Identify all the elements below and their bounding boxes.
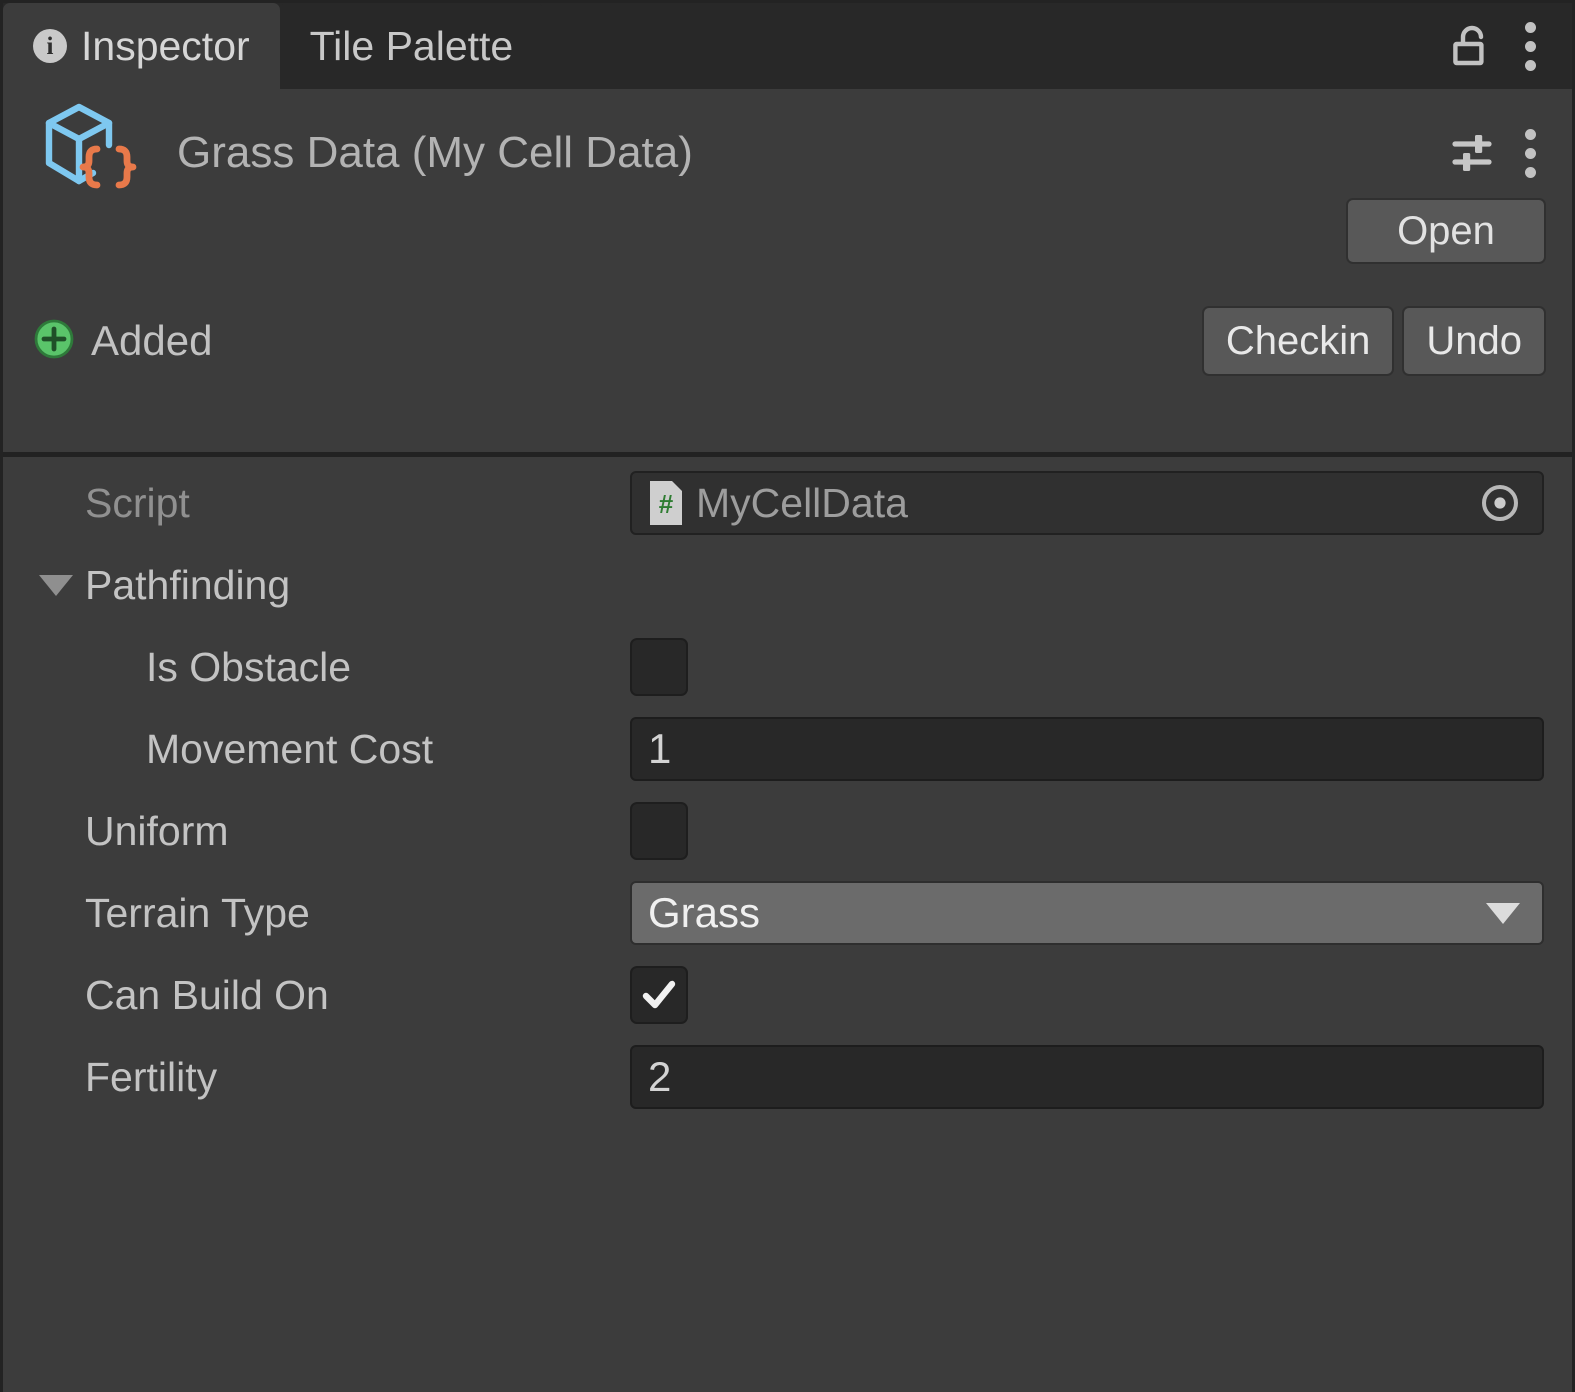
property-row-fertility: Fertility 2 [3, 1036, 1572, 1118]
property-row-is-obstacle: Is Obstacle [3, 626, 1572, 708]
csharp-script-icon: # [646, 479, 686, 527]
unlocked-padlock-icon[interactable] [1451, 21, 1495, 71]
version-control-actions: Checkin Undo [1201, 306, 1572, 376]
uniform-field-area [630, 802, 1544, 860]
triangle-down-icon[interactable] [39, 574, 73, 596]
inspector-panel: i Inspector Tile Palette Grass Data (My … [0, 0, 1575, 1392]
tab-bar: i Inspector Tile Palette [3, 3, 1572, 89]
uniform-checkbox[interactable] [630, 802, 688, 860]
property-row-uniform: Uniform [3, 790, 1572, 872]
pathfinding-label: Pathfinding [85, 561, 291, 608]
tab-tile-palette[interactable]: Tile Palette [279, 3, 544, 89]
can-build-on-checkbox[interactable] [630, 966, 688, 1024]
terrain-type-dropdown[interactable]: Grass [630, 881, 1544, 945]
script-object-field[interactable]: # MyCellData [630, 471, 1544, 535]
preset-sliders-icon[interactable] [1451, 130, 1497, 176]
object-header-actions [1451, 128, 1572, 178]
script-value: MyCellData [696, 479, 908, 526]
property-row-script: Script # MyCellData [3, 462, 1572, 544]
svg-text:#: # [659, 489, 674, 519]
fertility-input[interactable]: 2 [630, 1045, 1544, 1109]
property-row-terrain-type: Terrain Type Grass [3, 872, 1572, 954]
is-obstacle-checkbox[interactable] [630, 638, 688, 696]
terrain-type-value: Grass [648, 889, 761, 936]
scriptable-object-icon [37, 97, 149, 209]
version-control-status-label: Added [91, 317, 213, 364]
property-row-movement-cost: Movement Cost 1 [3, 708, 1572, 790]
tab-inspector[interactable]: i Inspector [3, 3, 280, 89]
version-control-row: Added Checkin Undo [3, 299, 1572, 383]
tab-bar-actions [1451, 3, 1572, 89]
movement-cost-label: Movement Cost [146, 725, 434, 772]
object-title: Grass Data (My Cell Data) [177, 128, 693, 177]
property-row-pathfinding[interactable]: Pathfinding [3, 544, 1572, 626]
kebab-menu-icon[interactable] [1525, 21, 1536, 71]
properties-list: Script # MyCellData Pathfinding Is Obsta… [3, 462, 1572, 1118]
tab-inspector-label: Inspector [81, 22, 250, 69]
uniform-label: Uniform [85, 807, 229, 854]
fertility-field-area: 2 [630, 1045, 1544, 1109]
info-icon: i [33, 29, 67, 63]
added-plus-icon [33, 318, 75, 365]
open-button[interactable]: Open [1346, 198, 1546, 264]
is-obstacle-label: Is Obstacle [146, 643, 352, 690]
can-build-on-label: Can Build On [85, 971, 329, 1018]
object-picker-icon[interactable] [1478, 481, 1522, 525]
is-obstacle-field-area [630, 638, 1544, 696]
property-row-can-build-on: Can Build On [3, 954, 1572, 1036]
checkin-button[interactable]: Checkin [1201, 306, 1395, 376]
script-field-area: # MyCellData [630, 471, 1544, 535]
version-control-status: Added [33, 317, 212, 365]
object-title-row: Grass Data (My Cell Data) [3, 103, 1572, 203]
movement-cost-value: 1 [648, 725, 672, 772]
tab-tile-palette-label: Tile Palette [309, 22, 514, 69]
checkmark-icon [639, 975, 679, 1015]
fertility-label: Fertility [85, 1053, 218, 1100]
kebab-menu-icon[interactable] [1525, 128, 1536, 178]
header-separator [3, 452, 1572, 457]
object-header: Grass Data (My Cell Data) Open Added Che… [3, 89, 1572, 457]
movement-cost-field-area: 1 [630, 717, 1544, 781]
terrain-type-label: Terrain Type [85, 889, 310, 936]
fertility-value: 2 [648, 1053, 672, 1100]
dropdown-arrow-icon [1486, 902, 1520, 924]
undo-button[interactable]: Undo [1402, 306, 1546, 376]
movement-cost-input[interactable]: 1 [630, 717, 1544, 781]
can-build-on-field-area [630, 966, 1544, 1024]
script-label: Script [85, 479, 190, 526]
terrain-type-field-area: Grass [630, 881, 1544, 945]
